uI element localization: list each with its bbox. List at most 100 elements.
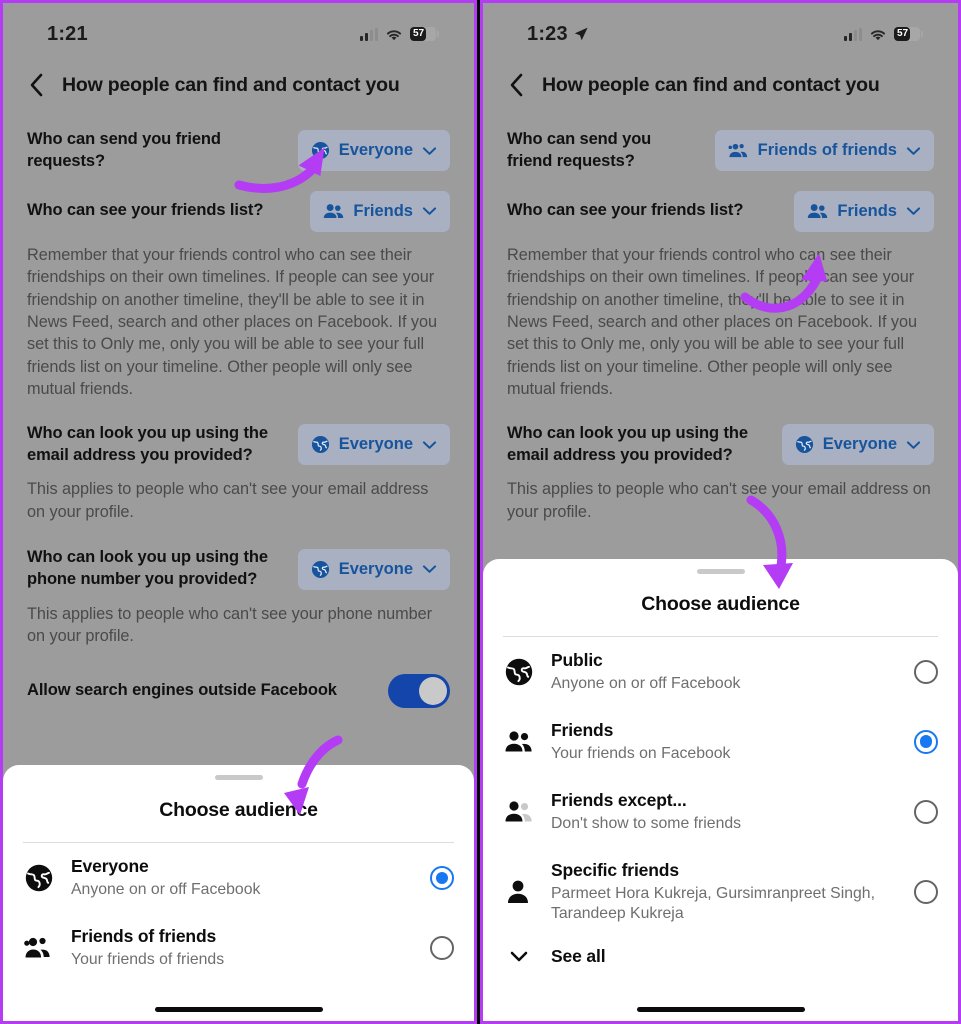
home-indicator (636, 1006, 805, 1012)
setting-row-phone-lookup: Who can look you up using the phone numb… (27, 547, 450, 591)
friends-icon (808, 204, 828, 218)
cellular-signal-icon (360, 27, 378, 41)
option-subtitle: Don't show to some friends (551, 814, 742, 832)
audience-value: Friends (353, 201, 413, 220)
audience-dropdown-friends-list[interactable]: Friends (310, 190, 450, 232)
audience-dropdown-email-lookup[interactable]: Everyone (297, 424, 450, 466)
globe-icon (311, 436, 329, 454)
search-engines-toggle[interactable] (388, 673, 450, 708)
setting-label: Allow search engines outside Facebook (27, 681, 337, 700)
setting-label: Who can look you up using the email addr… (27, 423, 268, 464)
chevron-down-icon (422, 207, 437, 215)
option-subtitle: Your friends of friends (71, 950, 225, 968)
chevron-down-icon (906, 207, 921, 215)
audience-option-public[interactable]: Public Anyone on or off Facebook (503, 637, 938, 707)
status-bar: 1:23 57 (507, 3, 934, 65)
chevron-left-icon[interactable] (29, 73, 44, 97)
status-bar: 1:21 57 (27, 3, 450, 65)
option-text: Friends Your friends on Facebook (551, 720, 898, 764)
option-text: Friends of friends Your friends of frien… (71, 926, 414, 970)
radio-button-selected[interactable] (430, 865, 454, 890)
battery-percent: 57 (897, 28, 909, 39)
option-title: Public (551, 650, 603, 670)
status-clock: 1:21 (47, 23, 88, 46)
setting-row-email-lookup: Who can look you up using the email addr… (27, 423, 450, 467)
option-title: Friends (551, 719, 614, 740)
setting-row-email-lookup: Who can look you up using the email addr… (507, 423, 934, 467)
option-text: Friends except... Don't show to some fri… (551, 790, 898, 834)
phone-lookup-description: This applies to people who can't see you… (27, 604, 432, 646)
option-subtitle: Parmeet Hora Kukreja, Gursimranpreet Sin… (551, 884, 875, 922)
friends-list-description: Remember that your friends control who c… (27, 245, 437, 399)
setting-row-friends-list: Who can see your friends list? Friends (27, 190, 450, 232)
see-all-button[interactable]: See all (503, 936, 938, 969)
setting-row-friend-requests: Who can send you friend requests? Everyo… (27, 129, 450, 173)
phone-screenshot-right: 1:23 57 How people can find and contact … (480, 0, 961, 1024)
sheet-title: Choose audience (159, 799, 318, 821)
option-title: Friends except... (551, 789, 687, 810)
radio-button[interactable] (430, 935, 454, 960)
person-icon (503, 879, 535, 905)
status-indicators: 57 (360, 27, 439, 41)
option-subtitle: Your friends on Facebook (551, 744, 731, 762)
audience-dropdown-friend-requests[interactable]: Everyone (297, 130, 450, 172)
audience-dropdown-friend-requests[interactable]: Friends of friends (714, 130, 934, 172)
audience-value: Everyone (338, 435, 413, 454)
battery-icon: 57 (410, 27, 439, 41)
audience-option-friends-of-friends[interactable]: Friends of friends Your friends of frien… (23, 913, 454, 983)
phone-screenshot-left: 1:21 57 How people can find and contact … (0, 0, 477, 1024)
audience-option-friends[interactable]: Friends Your friends on Facebook (503, 707, 938, 777)
setting-row-search-engines: Allow search engines outside Facebook (27, 673, 450, 708)
sheet-grabber[interactable] (214, 775, 263, 780)
audience-dropdown-friends-list[interactable]: Friends (794, 190, 934, 232)
radio-button[interactable] (914, 659, 938, 684)
radio-button[interactable] (914, 799, 938, 824)
setting-row-friend-requests: Who can send you friend requests? Friend… (507, 129, 934, 173)
setting-row-friends-list: Who can see your friends list? Friends (507, 190, 934, 232)
globe-icon (311, 560, 329, 578)
option-title: Specific friends (551, 859, 679, 880)
friends-of-friends-icon (23, 936, 55, 960)
battery-icon: 57 (894, 27, 923, 41)
chevron-down-icon (422, 441, 437, 449)
globe-icon (311, 142, 329, 160)
setting-label: Who can send you friend requests? (507, 130, 652, 170)
email-lookup-description: This applies to people who can't see you… (507, 480, 931, 521)
chevron-left-icon[interactable] (509, 73, 524, 97)
location-arrow-icon (574, 27, 588, 41)
page-title: How people can find and contact you (542, 73, 880, 96)
radio-button[interactable] (914, 879, 938, 904)
option-text: Public Anyone on or off Facebook (551, 650, 898, 694)
audience-value: Everyone (822, 435, 897, 454)
audience-option-friends-except[interactable]: Friends except... Don't show to some fri… (503, 777, 938, 847)
cellular-signal-icon (844, 27, 862, 41)
option-text: Everyone Anyone on or off Facebook (71, 856, 414, 900)
audience-option-specific-friends[interactable]: Specific friends Parmeet Hora Kukreja, G… (503, 847, 938, 937)
sheet-grabber[interactable] (696, 569, 745, 574)
globe-icon (503, 657, 535, 687)
audience-dropdown-phone-lookup[interactable]: Everyone (297, 548, 450, 590)
audience-value: Everyone (338, 141, 413, 160)
audience-value: Friends of friends (757, 141, 897, 160)
option-subtitle: Anyone on or off Facebook (71, 881, 261, 898)
radio-button-selected[interactable] (914, 729, 938, 754)
chevron-down-icon (503, 950, 535, 963)
audience-option-list: Everyone Anyone on or off Facebook Frien… (3, 843, 474, 983)
status-time: 1:23 (527, 22, 568, 45)
page-title: How people can find and contact you (62, 73, 400, 96)
audience-value: Friends (837, 201, 897, 220)
choose-audience-sheet: Choose audience Public Anyone on or off … (483, 559, 958, 1021)
chevron-down-icon (422, 147, 437, 155)
see-all-label: See all (551, 946, 606, 967)
chevron-down-icon (906, 147, 921, 155)
status-indicators: 57 (844, 27, 923, 41)
setting-label: Who can look you up using the email addr… (507, 423, 748, 464)
audience-option-everyone[interactable]: Everyone Anyone on or off Facebook (23, 843, 454, 913)
sheet-title: Choose audience (641, 593, 800, 615)
audience-dropdown-email-lookup[interactable]: Everyone (781, 424, 934, 466)
chevron-down-icon (422, 565, 437, 573)
globe-icon (795, 436, 813, 454)
setting-label: Who can see your friends list? (27, 201, 264, 220)
status-time: 1:21 (47, 22, 88, 45)
option-title: Everyone (71, 856, 149, 876)
